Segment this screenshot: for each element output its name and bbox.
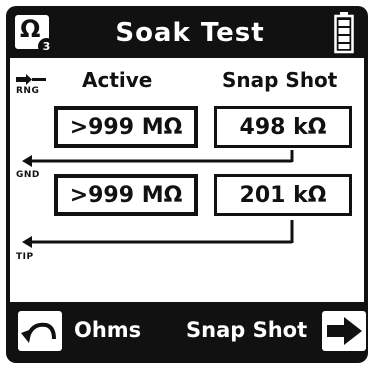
ground-label: GND bbox=[16, 170, 40, 180]
ring-label: RNG bbox=[16, 86, 40, 96]
ohms-mode-icon: Ω 3 bbox=[15, 15, 55, 55]
snapshot-softkey-label[interactable]: Snap Shot bbox=[186, 318, 307, 342]
battery-full-icon bbox=[334, 12, 354, 54]
back-arrow-icon[interactable] bbox=[18, 311, 62, 351]
ohms-softkey-label[interactable]: Ohms bbox=[74, 318, 141, 342]
mode-subscript: 3 bbox=[38, 38, 55, 55]
active-column-header: Active bbox=[82, 68, 153, 92]
ground-tip-active-reading: >999 MΩ bbox=[54, 174, 198, 216]
ring-ground-snapshot-reading: 498 kΩ bbox=[214, 106, 352, 148]
page-title: Soak Test bbox=[115, 18, 265, 48]
ring-ground-active-reading: >999 MΩ bbox=[54, 106, 198, 148]
right-arrow-icon[interactable] bbox=[322, 311, 366, 351]
snapshot-column-header: Snap Shot bbox=[222, 68, 338, 92]
ground-tip-snapshot-reading: 201 kΩ bbox=[214, 174, 352, 216]
tip-label: TIP bbox=[16, 252, 34, 262]
omega-symbol: Ω bbox=[20, 15, 41, 43]
